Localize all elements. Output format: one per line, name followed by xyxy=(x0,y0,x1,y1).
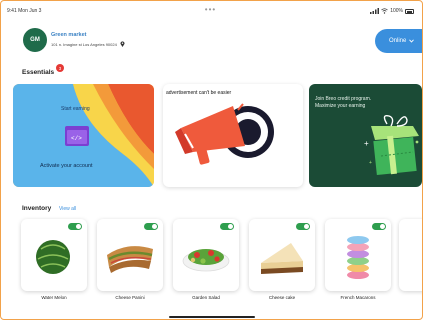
app-frame: 9:41 Mon Jun 3 ••• 100% GM Green market … xyxy=(0,0,423,320)
essentials-card-activate[interactable]: </> Start earning Activate your account xyxy=(13,84,154,187)
status-time: 9:41 Mon Jun 3 xyxy=(7,8,42,14)
essentials-title: Essentials xyxy=(22,69,55,76)
panini-image xyxy=(107,246,153,273)
store-address: 101 n. Imagine st Los Angeles 90024 xyxy=(51,41,117,47)
home-indicator[interactable] xyxy=(169,316,255,318)
inventory-item-water-melon[interactable] xyxy=(21,219,87,291)
battery-icon xyxy=(405,8,414,14)
card-start-earning: Start earning xyxy=(61,106,90,112)
battery-percent: 100% xyxy=(390,8,403,14)
multitask-dots-icon[interactable]: ••• xyxy=(205,5,216,14)
megaphone-icon xyxy=(175,103,274,165)
inventory-item-label: Water Melon xyxy=(41,295,67,300)
store-address-row[interactable]: 101 n. Imagine st Los Angeles 90024 xyxy=(51,41,125,47)
signal-icon xyxy=(370,8,380,14)
svg-text:+: + xyxy=(369,160,372,166)
macarons-image xyxy=(347,236,369,279)
status-bar: 9:41 Mon Jun 3 ••• 100% xyxy=(7,5,414,17)
watermelon-image xyxy=(36,240,70,274)
card-activate-account: Activate your account xyxy=(40,163,93,169)
wifi-icon xyxy=(381,8,388,14)
inventory-item-label: French Macarons xyxy=(340,295,376,300)
inventory-view-all-link[interactable]: View all xyxy=(59,206,76,212)
inventory-item-partial[interactable] xyxy=(399,219,422,291)
inventory-title: Inventory xyxy=(22,205,52,212)
store-avatar[interactable]: GM xyxy=(23,28,47,52)
inventory-item-label: Cheese Panini xyxy=(115,295,145,300)
inventory-item-french-macarons[interactable] xyxy=(325,219,391,291)
svg-text:+: + xyxy=(364,139,369,148)
gift-box-icon: + + xyxy=(364,114,419,175)
inventory-item-cheese-cake[interactable] xyxy=(249,219,315,291)
essentials-card-credit-program[interactable]: Join Breo credit program. Maximize your … xyxy=(309,84,422,187)
store-name[interactable]: Green market xyxy=(51,32,86,38)
inventory-item-garden-salad[interactable] xyxy=(173,219,239,291)
online-status-button[interactable]: Online xyxy=(375,29,422,53)
location-pin-icon xyxy=(120,41,125,47)
activate-card-illustration: </> xyxy=(13,84,154,187)
inventory-item-label: Cheese cake xyxy=(268,295,296,300)
chevron-down-icon xyxy=(409,39,415,43)
essentials-card-advertisement[interactable]: advertisement can't be easier xyxy=(163,84,303,187)
inventory-item-cheese-panini[interactable] xyxy=(97,219,163,291)
inventory-item-label: Garden Salad xyxy=(192,295,220,300)
essentials-badge: 3 xyxy=(56,64,64,72)
status-indicators: 100% xyxy=(370,8,414,14)
online-label: Online xyxy=(389,38,407,44)
svg-text:</>: </> xyxy=(71,135,82,142)
cheesecake-image xyxy=(261,243,303,274)
salad-image xyxy=(182,249,230,272)
